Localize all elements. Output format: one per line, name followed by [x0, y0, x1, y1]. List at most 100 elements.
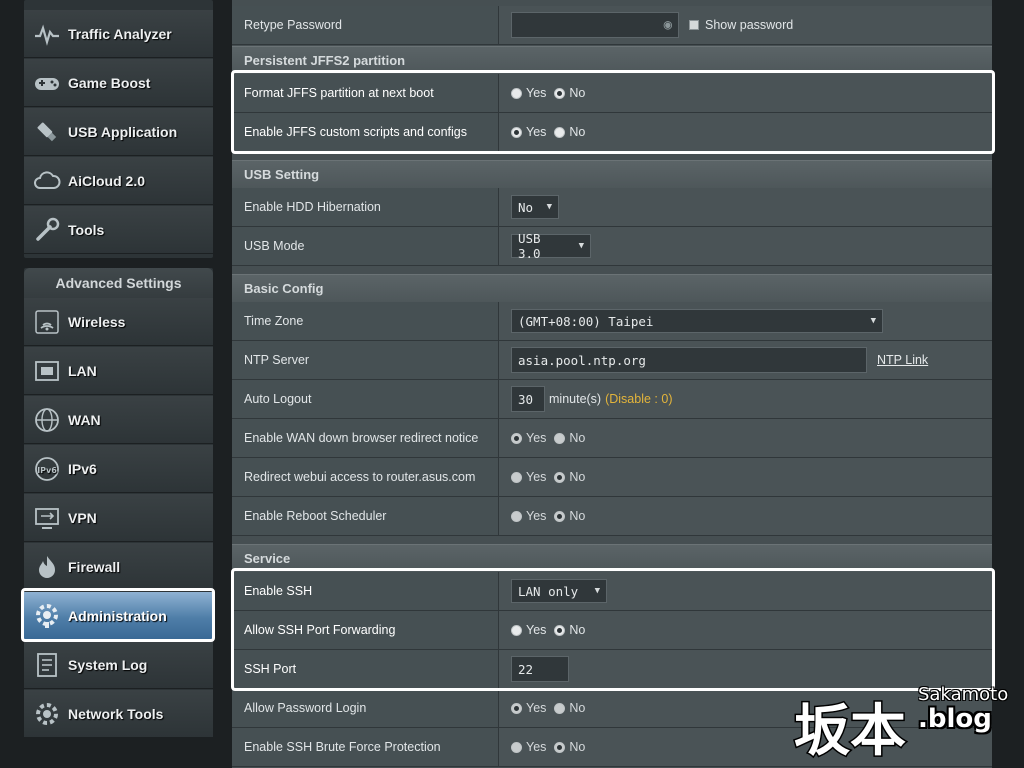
- enable-ssh-label: Enable SSH: [232, 572, 499, 610]
- radio-dot: [511, 741, 522, 753]
- sidebar-item-vpn[interactable]: VPN: [24, 494, 213, 542]
- redirect-webui-no-radio[interactable]: No: [554, 470, 585, 484]
- redirect-webui-label: Redirect webui access to router.asus.com: [232, 458, 499, 496]
- show-password-toggle[interactable]: Show password: [689, 18, 793, 32]
- radio-label: No: [569, 701, 586, 715]
- password-login-no-radio[interactable]: No: [554, 701, 585, 715]
- auto-logout-row: Auto Logout 30 minute(s) (Disable : 0): [232, 380, 992, 419]
- sidebar-item-tools[interactable]: Tools: [24, 206, 213, 254]
- enable-ssh-value: LAN only ▼: [499, 572, 992, 610]
- sidebar-advanced-group: Advanced Settings Wireless LAN WAN IPv6 …: [24, 268, 213, 738]
- sidebar-item-game-boost[interactable]: Game Boost: [24, 59, 213, 107]
- reboot-scheduler-yes-radio[interactable]: Yes: [511, 509, 546, 523]
- ipv6-icon: IPv6: [32, 454, 62, 484]
- sidebar-item-aicloud[interactable]: AiCloud 2.0: [24, 157, 213, 205]
- sidebar-item-label: Network Tools: [68, 705, 164, 722]
- wan-redirect-row: Enable WAN down browser redirect notice …: [232, 419, 992, 458]
- ssh-port-forwarding-row: Allow SSH Port Forwarding Yes No: [232, 611, 992, 650]
- usb-mode-value: USB 3.0 ▼: [499, 227, 992, 265]
- select-value: (GMT+08:00) Taipei: [518, 313, 654, 329]
- show-password-checkbox[interactable]: [689, 20, 699, 30]
- auto-logout-value: 30 minute(s) (Disable : 0): [499, 380, 992, 418]
- hdd-hibernation-value: No ▼: [499, 188, 992, 226]
- cloud-icon: [32, 166, 62, 196]
- brute-force-yes-radio[interactable]: Yes: [511, 740, 546, 754]
- retype-password-row: Retype Password ◉ Show password: [232, 6, 992, 45]
- jffs-format-no-radio[interactable]: No: [554, 86, 585, 100]
- sidebar-item-network-tools[interactable]: Network Tools: [24, 690, 213, 738]
- chevron-down-icon: ▼: [870, 316, 876, 326]
- enable-ssh-select[interactable]: LAN only ▼: [511, 579, 607, 603]
- sidebar-item-label: Traffic Analyzer: [68, 25, 172, 42]
- radio-label: No: [569, 740, 586, 754]
- usb-section-header: USB Setting: [232, 160, 992, 188]
- sidebar-item-wireless[interactable]: Wireless: [24, 298, 213, 346]
- settings-panel: Retype Password ◉ Show password Persiste…: [232, 0, 992, 768]
- redirect-webui-yes-radio[interactable]: Yes: [511, 470, 546, 484]
- time-zone-select[interactable]: (GMT+08:00) Taipei ▼: [511, 309, 883, 333]
- radio-dot: [511, 624, 522, 636]
- watermark-blog: .blog: [918, 704, 992, 734]
- radio-label: No: [569, 125, 586, 139]
- sidebar-item-wan[interactable]: WAN: [24, 396, 213, 444]
- radio-dot: [554, 432, 566, 444]
- sidebar-item-firewall[interactable]: Firewall: [24, 543, 213, 591]
- sidebar-item-label: Administration: [68, 607, 167, 624]
- select-value: No: [518, 199, 534, 215]
- jffs-scripts-value: Yes No: [499, 113, 992, 151]
- radio-dot: [511, 126, 522, 138]
- sidebar-item-label: WAN: [68, 411, 101, 428]
- wan-redirect-no-radio[interactable]: No: [554, 431, 585, 445]
- auto-logout-input[interactable]: 30: [511, 386, 545, 412]
- radio-label: No: [569, 470, 586, 484]
- jffs-scripts-yes-radio[interactable]: Yes: [511, 125, 546, 139]
- advanced-settings-heading: Advanced Settings: [24, 268, 213, 298]
- sidebar-item-ipv6[interactable]: IPv6 IPv6: [24, 445, 213, 493]
- password-login-yes-radio[interactable]: Yes: [511, 701, 546, 715]
- ssh-port-input[interactable]: 22: [511, 656, 569, 682]
- ntp-link[interactable]: NTP Link: [877, 353, 928, 367]
- ssh-port-forwarding-yes-radio[interactable]: Yes: [511, 623, 546, 637]
- radio-dot: [554, 702, 566, 714]
- ntp-server-input[interactable]: asia.pool.ntp.org: [511, 347, 867, 373]
- sidebar-item-traffic-analyzer[interactable]: Traffic Analyzer: [24, 10, 213, 58]
- password-eye-icon[interactable]: ◉: [664, 17, 672, 33]
- redirect-webui-row: Redirect webui access to router.asus.com…: [232, 458, 992, 497]
- wan-redirect-yes-radio[interactable]: Yes: [511, 431, 546, 445]
- basic-config-header: Basic Config: [232, 274, 992, 302]
- radio-label: Yes: [526, 431, 547, 445]
- jffs-section-header: Persistent JFFS2 partition: [232, 46, 992, 74]
- reboot-scheduler-no-radio[interactable]: No: [554, 509, 585, 523]
- radio-dot: [511, 432, 522, 444]
- jffs-scripts-label: Enable JFFS custom scripts and configs: [232, 113, 499, 151]
- sidebar-item-system-log[interactable]: System Log: [24, 641, 213, 689]
- jffs-scripts-no-radio[interactable]: No: [554, 125, 585, 139]
- lan-icon: [32, 356, 62, 386]
- sidebar-item-label: AiCloud 2.0: [68, 172, 146, 189]
- sidebar-item-administration[interactable]: Administration: [24, 592, 213, 640]
- ssh-port-forwarding-no-radio[interactable]: No: [554, 623, 585, 637]
- jffs-format-yes-radio[interactable]: Yes: [511, 86, 546, 100]
- radio-label: Yes: [526, 125, 547, 139]
- radio-label: Yes: [526, 509, 547, 523]
- watermark-text: Sakamoto: [918, 684, 1009, 705]
- sidebar-item-label: Firewall: [68, 558, 121, 575]
- traffic-analyzer-icon: [32, 19, 62, 49]
- radio-label: Yes: [526, 740, 547, 754]
- chevron-down-icon: ▼: [546, 202, 552, 212]
- sidebar-item-label: Wireless: [68, 313, 126, 330]
- usb-mode-select[interactable]: USB 3.0 ▼: [511, 231, 591, 261]
- radio-dot: [511, 471, 522, 483]
- globe-icon: [32, 405, 62, 435]
- hdd-hibernation-select[interactable]: No ▼: [511, 195, 559, 219]
- svg-text:坂本: 坂本: [794, 699, 906, 764]
- radio-label: Yes: [526, 86, 547, 100]
- radio-dot: [554, 126, 566, 138]
- brute-force-no-radio[interactable]: No: [554, 740, 585, 754]
- sidebar-item-lan[interactable]: LAN: [24, 347, 213, 395]
- radio-dot: [554, 471, 566, 483]
- jffs-format-label: Format JFFS partition at next boot: [232, 74, 499, 112]
- sidebar-item-usb-application[interactable]: USB Application: [24, 108, 213, 156]
- retype-password-field[interactable]: ◉: [511, 12, 679, 38]
- ntp-server-label: NTP Server: [232, 341, 499, 379]
